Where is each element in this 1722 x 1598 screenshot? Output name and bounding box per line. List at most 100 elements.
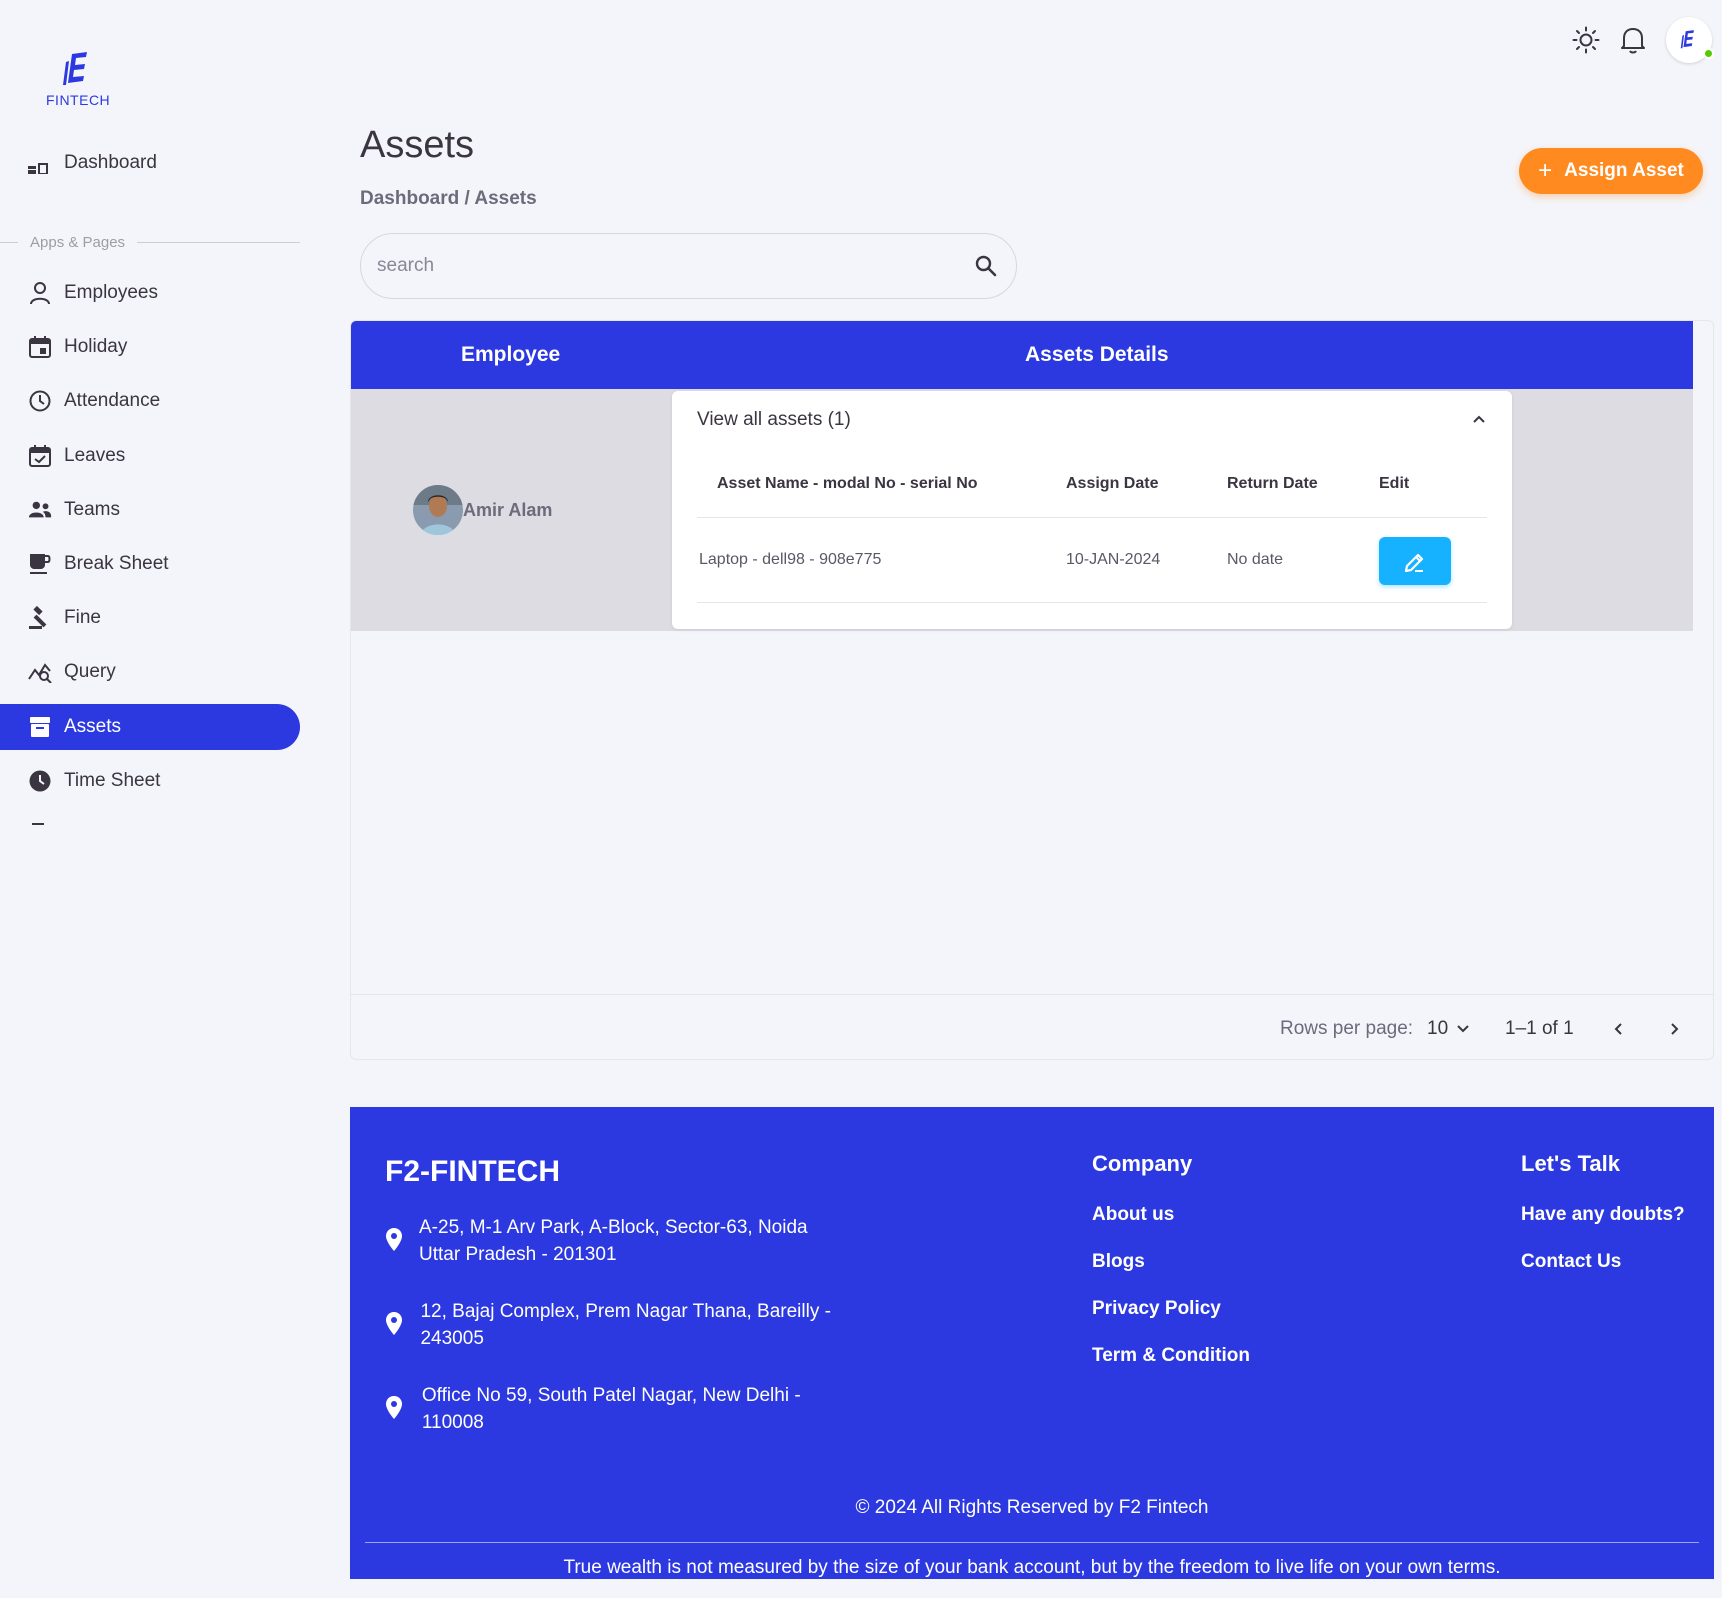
footer-link-terms[interactable]: Term & Condition	[1092, 1345, 1250, 1367]
group-icon	[28, 498, 52, 522]
location-pin-icon	[385, 1214, 403, 1257]
gavel-icon	[28, 606, 52, 630]
footer-address: A-25, M-1 Arv Park, A-Block, Sector-63, …	[385, 1214, 845, 1268]
pagination-range: 1–1 of 1	[1505, 1018, 1574, 1039]
asset-name: Laptop - dell98 - 908e775	[699, 551, 882, 568]
employee-cell: Amir Alam	[413, 485, 552, 535]
sun-icon	[1572, 26, 1600, 54]
column-header-employee: Employee	[461, 343, 561, 366]
sidebar-item-assets[interactable]: Assets	[0, 704, 300, 750]
section-label-text: Apps & Pages	[30, 233, 126, 251]
footer-quote: True wealth is not measured by the size …	[563, 1557, 1501, 1578]
sidebar-item-time-sheet[interactable]: Time Sheet	[0, 758, 300, 804]
fintech-logo-icon	[63, 52, 87, 85]
sidebar-item-label: Time Sheet	[64, 770, 161, 791]
sidebar: FINTECH Dashboard Apps & Pages Employees…	[0, 0, 300, 1598]
avatar	[413, 485, 463, 535]
inner-header-return-date: Return Date	[1227, 475, 1318, 492]
assign-date: 10-JAN-2024	[1066, 551, 1161, 568]
sidebar-scroll-indicator	[32, 823, 44, 825]
theme-toggle-button[interactable]	[1568, 22, 1604, 58]
location-pin-icon	[385, 1298, 404, 1341]
accordion-title[interactable]: View all assets (1)	[697, 409, 851, 431]
rows-per-page-label: Rows per page:	[1280, 1018, 1414, 1039]
logo-text: FINTECH	[46, 92, 111, 108]
sidebar-item-teams[interactable]: Teams	[0, 487, 300, 533]
online-status-dot	[1703, 48, 1714, 59]
chevron-up-icon[interactable]	[1472, 411, 1486, 429]
return-date: No date	[1227, 551, 1284, 568]
location-pin-icon	[385, 1382, 406, 1425]
clock-icon	[28, 389, 52, 413]
coffee-icon	[28, 552, 52, 576]
address-text: Office No 59, South Patel Nagar, New Del…	[421, 1385, 801, 1433]
footer-link-privacy[interactable]: Privacy Policy	[1092, 1298, 1221, 1320]
rows-per-page-value: 10	[1427, 1018, 1449, 1039]
previous-page-button[interactable]	[1606, 1017, 1630, 1041]
assets-table-card: Employee Assets Details Amir Alam View a…	[350, 320, 1714, 1060]
plus-icon: +	[1538, 157, 1553, 184]
sidebar-item-break-sheet[interactable]: Break Sheet	[0, 541, 300, 587]
rows-per-page-select[interactable]: 10	[1427, 1018, 1470, 1040]
fintech-logo-icon	[1680, 30, 1694, 49]
dashboard-icon	[28, 148, 52, 174]
sidebar-item-fine[interactable]: Fine	[0, 595, 300, 641]
divider	[697, 517, 1487, 518]
divider	[697, 602, 1487, 603]
next-page-button[interactable]	[1663, 1017, 1687, 1041]
inner-header-assign-date: Assign Date	[1066, 475, 1159, 492]
sidebar-item-label: Holiday	[64, 336, 128, 357]
sidebar-item-dashboard[interactable]: Dashboard	[28, 148, 157, 176]
notifications-button[interactable]	[1615, 22, 1651, 58]
page-title: Assets	[360, 124, 475, 166]
breadcrumb[interactable]: Dashboard / Assets	[360, 188, 537, 210]
assign-asset-button[interactable]: + Assign Asset	[1519, 148, 1703, 194]
calendar-check-icon	[28, 444, 52, 468]
footer-link-doubts[interactable]: Have any doubts?	[1521, 1204, 1685, 1226]
sidebar-item-label: Leaves	[64, 445, 126, 466]
user-avatar[interactable]	[1666, 17, 1714, 63]
table-header: Employee Assets Details	[351, 321, 1693, 389]
person-icon	[28, 281, 52, 305]
sidebar-item-holiday[interactable]: Holiday	[0, 324, 300, 370]
footer-address: 12, Bajaj Complex, Prem Nagar Thana, Bar…	[385, 1298, 845, 1352]
inner-header-asset-name: Asset Name - modal No - serial No	[717, 475, 978, 492]
sidebar-item-label: Employees	[64, 282, 158, 303]
archive-icon	[28, 715, 52, 739]
edit-asset-button[interactable]	[1379, 537, 1451, 585]
sidebar-item-leaves[interactable]: Leaves	[0, 433, 300, 479]
inner-header-edit: Edit	[1379, 475, 1410, 492]
footer-link-contact[interactable]: Contact Us	[1521, 1251, 1621, 1273]
table-row: Amir Alam View all assets (1) Asset Name…	[351, 389, 1693, 631]
calendar-icon	[28, 335, 52, 359]
footer: F2-FINTECH A-25, M-1 Arv Park, A-Block, …	[350, 1107, 1714, 1579]
pencil-icon	[1404, 553, 1424, 572]
sidebar-item-label: Fine	[64, 607, 101, 628]
address-text: 12, Bajaj Complex, Prem Nagar Thana, Bar…	[420, 1301, 831, 1349]
search-box	[360, 233, 1017, 299]
sidebar-item-attendance[interactable]: Attendance	[0, 378, 300, 424]
chevron-down-icon	[1457, 1025, 1469, 1033]
sidebar-item-label: Attendance	[64, 390, 161, 411]
assets-accordion: View all assets (1) Asset Name - modal N…	[672, 391, 1512, 629]
sidebar-item-label: Query	[64, 661, 116, 682]
bell-icon	[1621, 28, 1645, 54]
footer-company-title: Company	[1092, 1151, 1193, 1176]
footer-address: Office No 59, South Patel Nagar, New Del…	[385, 1382, 845, 1436]
sidebar-item-query[interactable]: Query	[0, 649, 300, 695]
chevron-right-icon	[1671, 1023, 1679, 1035]
assign-asset-label: Assign Asset	[1564, 160, 1684, 181]
section-label: Apps & Pages	[0, 230, 300, 254]
search-icon[interactable]	[974, 254, 998, 283]
sidebar-item-employees[interactable]: Employees	[0, 270, 300, 316]
sidebar-item-label: Dashboard	[64, 152, 157, 173]
search-input[interactable]	[377, 234, 937, 298]
footer-brand: F2-FINTECH	[385, 1155, 560, 1188]
footer-link-blogs[interactable]: Blogs	[1092, 1251, 1145, 1273]
footer-link-about[interactable]: About us	[1092, 1204, 1174, 1226]
divider	[351, 994, 1713, 995]
brand-logo[interactable]: FINTECH	[46, 50, 110, 108]
sidebar-item-label: Break Sheet	[64, 553, 169, 574]
column-header-assets-details: Assets Details	[1025, 343, 1169, 366]
sidebar-item-label: Assets	[64, 716, 122, 737]
